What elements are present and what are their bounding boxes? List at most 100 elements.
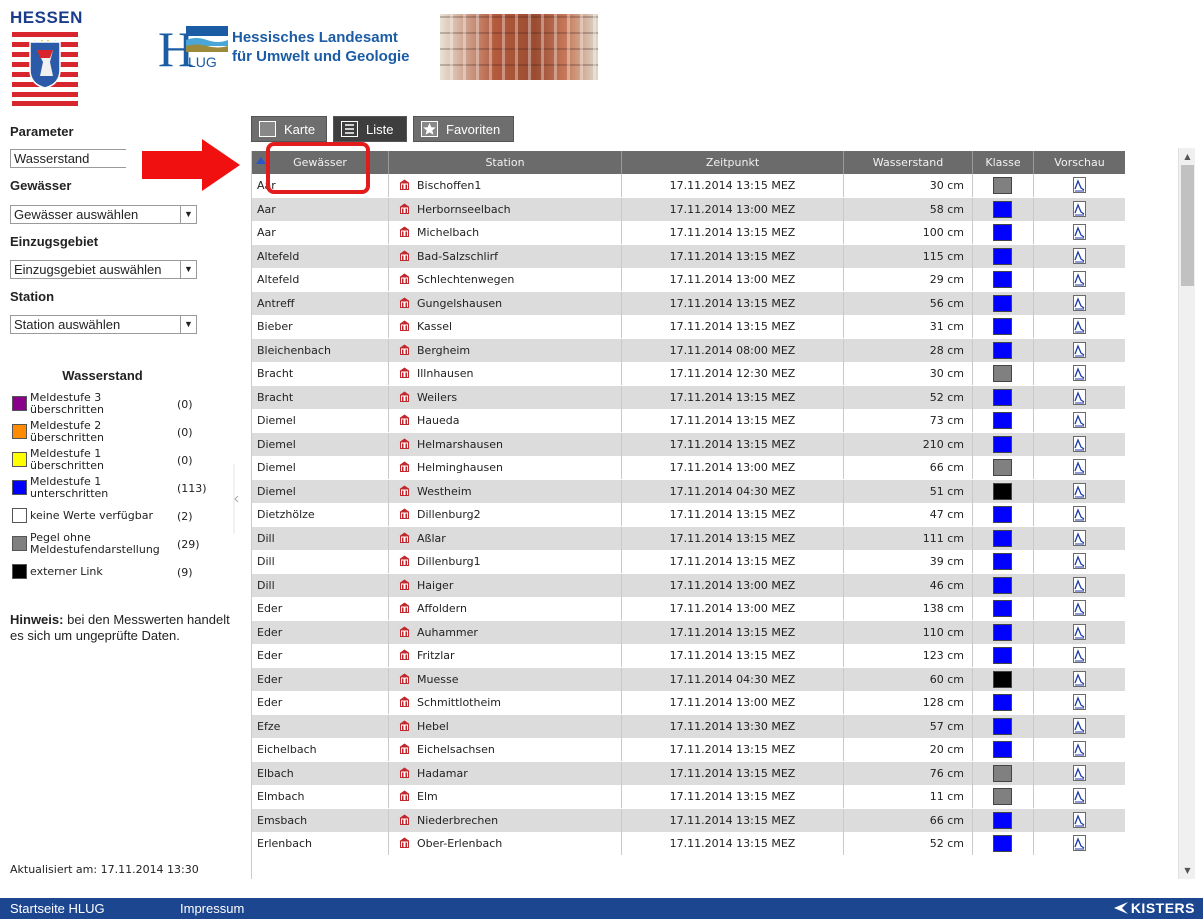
station-name[interactable]: Bergheim xyxy=(417,344,470,357)
sidebar-collapse-handle[interactable] xyxy=(233,464,239,534)
table-row[interactable]: Bleichenbach Bergheim 17.11.2014 08:00 MEZ… xyxy=(252,338,1125,362)
hydrograph-preview-icon[interactable] xyxy=(1073,600,1086,616)
station-name[interactable]: Auhammer xyxy=(417,626,478,639)
table-row[interactable]: Diemel Westheim 17.11.2014 04:30 MEZ 51 cm xyxy=(252,479,1125,503)
hydrograph-preview-icon[interactable] xyxy=(1073,247,1086,264)
station-name[interactable]: Elm xyxy=(417,790,438,803)
table-row[interactable]: Elbach Hadamar 17.11.2014 13:15 MEZ 76 cm xyxy=(252,761,1125,785)
scroll-down-icon[interactable]: ▼ xyxy=(1179,862,1196,879)
table-row[interactable]: Altefeld Bad-Salzschlirf 17.11.2014 13:15 … xyxy=(252,244,1125,268)
hydrograph-preview-icon[interactable] xyxy=(1073,365,1086,381)
station-name[interactable]: Eichelsachsen xyxy=(417,743,495,756)
hydrograph-preview-icon[interactable] xyxy=(1073,271,1086,287)
einzugsgebiet-select[interactable]: Einzugsgebiet auswählen ▼ xyxy=(10,260,197,279)
table-row[interactable]: Altefeld Schlechtenwegen 17.11.2014 13:00 … xyxy=(252,268,1125,291)
home-link[interactable]: Startseite HLUG xyxy=(10,901,105,916)
station-name[interactable]: Bad-Salzschlirf xyxy=(417,250,498,263)
hydrograph-preview-icon[interactable] xyxy=(1073,177,1086,193)
gewaesser-select[interactable]: Gewässer auswählen ▼ xyxy=(10,205,197,224)
station-name[interactable]: Hebel xyxy=(417,720,449,733)
table-row[interactable]: Eichelbach Eichelsachsen 17.11.2014 13:15 … xyxy=(252,738,1125,761)
table-row[interactable]: Erlenbach Ober-Erlenbach 17.11.2014 13:15 … xyxy=(252,832,1125,855)
hydrograph-preview-icon[interactable] xyxy=(1073,224,1086,240)
station-name[interactable]: Fritzlar xyxy=(417,649,455,662)
table-row[interactable]: Eder Affoldern 17.11.2014 13:00 MEZ 138 cm xyxy=(252,597,1125,620)
table-row[interactable]: Aar Herbornseelbach 17.11.2014 13:00 MEZ 58… xyxy=(252,197,1125,221)
table-row[interactable]: Bracht Illnhausen 17.11.2014 12:30 MEZ 30 c… xyxy=(252,362,1125,385)
tab-liste[interactable]: Liste xyxy=(333,116,407,142)
table-row[interactable]: Diemel Helmarshausen 17.11.2014 13:15 MEZ 2… xyxy=(252,432,1125,456)
column-header-station[interactable]: Station xyxy=(389,151,622,174)
hydrograph-preview-icon[interactable] xyxy=(1073,623,1086,640)
table-row[interactable]: Aar Bischoffen1 17.11.2014 13:15 MEZ 30 cm xyxy=(252,174,1125,197)
scrollbar-thumb[interactable] xyxy=(1181,165,1194,286)
tab-karte[interactable]: Karte xyxy=(251,116,327,142)
station-name[interactable]: Dillenburg1 xyxy=(417,555,481,568)
hydrograph-preview-icon[interactable] xyxy=(1073,670,1086,687)
station-name[interactable]: Aßlar xyxy=(417,532,446,545)
hydrograph-preview-icon[interactable] xyxy=(1073,764,1086,781)
table-row[interactable]: Dill Haiger 17.11.2014 13:00 MEZ 46 cm xyxy=(252,573,1125,597)
station-name[interactable]: Herbornseelbach xyxy=(417,203,511,216)
table-row[interactable]: Dill Dillenburg1 17.11.2014 13:15 MEZ 39 cm xyxy=(252,550,1125,573)
parameter-field[interactable]: Wasserstand xyxy=(10,149,126,168)
hydrograph-preview-icon[interactable] xyxy=(1073,811,1086,828)
chevron-down-icon[interactable]: ▼ xyxy=(180,261,196,278)
column-header-klasse[interactable]: Klasse xyxy=(973,151,1034,174)
chevron-down-icon[interactable]: ▼ xyxy=(180,316,196,333)
chevron-down-icon[interactable]: ▼ xyxy=(180,206,196,223)
station-name[interactable]: Hadamar xyxy=(417,767,468,780)
table-row[interactable]: Emsbach Niederbrechen 17.11.2014 13:15 MEZ… xyxy=(252,808,1125,832)
hydrograph-preview-icon[interactable] xyxy=(1073,388,1086,405)
station-select[interactable]: Station auswählen ▼ xyxy=(10,315,197,334)
table-scrollbar[interactable]: ▲ ▼ xyxy=(1178,148,1195,879)
hydrograph-preview-icon[interactable] xyxy=(1073,459,1086,475)
hydrograph-preview-icon[interactable] xyxy=(1073,717,1086,734)
station-name[interactable]: Schlechtenwegen xyxy=(417,273,514,286)
station-name[interactable]: Ober-Erlenbach xyxy=(417,837,502,850)
table-row[interactable]: Diemel Haueda 17.11.2014 13:15 MEZ 73 cm xyxy=(252,409,1125,432)
impressum-link[interactable]: Impressum xyxy=(180,901,244,916)
table-row[interactable]: Dill Aßlar 17.11.2014 13:15 MEZ 111 cm xyxy=(252,526,1125,550)
tab-favoriten[interactable]: Favoriten xyxy=(413,116,514,142)
table-row[interactable]: Aar Michelbach 17.11.2014 13:15 MEZ 100 cm xyxy=(252,221,1125,244)
hydrograph-preview-icon[interactable] xyxy=(1073,318,1086,334)
hydrograph-preview-icon[interactable] xyxy=(1073,341,1086,358)
table-row[interactable]: Elmbach Elm 17.11.2014 13:15 MEZ 11 cm xyxy=(252,785,1125,808)
station-name[interactable]: Helminghausen xyxy=(417,461,503,474)
station-name[interactable]: Bischoffen1 xyxy=(417,179,481,192)
hydrograph-preview-icon[interactable] xyxy=(1073,694,1086,710)
hydrograph-preview-icon[interactable] xyxy=(1073,647,1086,663)
table-row[interactable]: Efze Hebel 17.11.2014 13:30 MEZ 57 cm xyxy=(252,714,1125,738)
hydrograph-preview-icon[interactable] xyxy=(1073,435,1086,452)
station-name[interactable]: Schmittlotheim xyxy=(417,696,501,709)
hydrograph-preview-icon[interactable] xyxy=(1073,835,1086,851)
column-header-vorschau[interactable]: Vorschau xyxy=(1034,151,1125,174)
table-row[interactable]: Eder Auhammer 17.11.2014 13:15 MEZ 110 cm xyxy=(252,620,1125,644)
station-name[interactable]: Muesse xyxy=(417,673,458,686)
station-name[interactable]: Affoldern xyxy=(417,602,467,615)
column-header-zeitpunkt[interactable]: Zeitpunkt xyxy=(622,151,844,174)
station-name[interactable]: Westheim xyxy=(417,485,472,498)
scroll-up-icon[interactable]: ▲ xyxy=(1179,148,1196,165)
hydrograph-preview-icon[interactable] xyxy=(1073,200,1086,217)
column-header-wasserstand[interactable]: Wasserstand xyxy=(844,151,973,174)
station-name[interactable]: Haiger xyxy=(417,579,453,592)
station-name[interactable]: Helmarshausen xyxy=(417,438,503,451)
hydrograph-preview-icon[interactable] xyxy=(1073,553,1086,569)
hydrograph-preview-icon[interactable] xyxy=(1073,576,1086,593)
hydrograph-preview-icon[interactable] xyxy=(1073,788,1086,804)
station-name[interactable]: Kassel xyxy=(417,320,452,333)
station-name[interactable]: Haueda xyxy=(417,414,459,427)
table-row[interactable]: Dietzhölze Dillenburg2 17.11.2014 13:15 ME… xyxy=(252,503,1125,526)
station-name[interactable]: Illnhausen xyxy=(417,367,473,380)
table-row[interactable]: Diemel Helminghausen 17.11.2014 13:00 MEZ 6… xyxy=(252,456,1125,479)
station-name[interactable]: Dillenburg2 xyxy=(417,508,481,521)
table-row[interactable]: Eder Schmittlotheim 17.11.2014 13:00 MEZ 12… xyxy=(252,691,1125,714)
table-row[interactable]: Eder Muesse 17.11.2014 04:30 MEZ 60 cm xyxy=(252,667,1125,691)
table-row[interactable]: Antreff Gungelshausen 17.11.2014 13:15 MEZ… xyxy=(252,291,1125,315)
table-row[interactable]: Eder Fritzlar 17.11.2014 13:15 MEZ 123 cm xyxy=(252,644,1125,667)
table-row[interactable]: Bracht Weilers 17.11.2014 13:15 MEZ 52 cm xyxy=(252,385,1125,409)
hydrograph-preview-icon[interactable] xyxy=(1073,482,1086,499)
station-name[interactable]: Gungelshausen xyxy=(417,297,502,310)
